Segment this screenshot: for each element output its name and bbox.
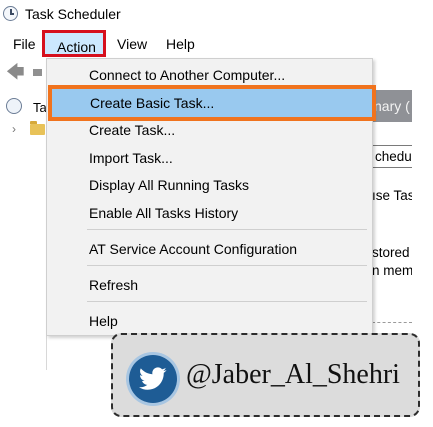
menu-separator: [87, 301, 367, 302]
menu-help[interactable]: Help: [166, 36, 195, 52]
chevron-right-icon[interactable]: ›: [12, 122, 16, 136]
menu-item-refresh[interactable]: Refresh: [89, 277, 138, 293]
task-scheduler-icon: [6, 98, 22, 114]
toolbar-button-icon[interactable]: [33, 69, 42, 76]
twitter-handle: @Jaber_Al_Shehri: [186, 359, 400, 390]
watermark-badge: @Jaber_Al_Shehri: [111, 333, 420, 417]
console-tree: Ta ›: [0, 90, 47, 370]
actions-pane-tab[interactable]: chedu: [372, 145, 412, 168]
menu-item-create-task[interactable]: Create Task...: [89, 122, 175, 138]
menu-action-label: Action: [57, 39, 96, 55]
divider: [372, 322, 412, 323]
actions-pane-text-1: ıse Tas: [372, 188, 412, 203]
menu-item-create-basic-task[interactable]: Create Basic Task...: [48, 85, 376, 121]
menu-file[interactable]: File: [13, 36, 36, 52]
back-arrow-icon[interactable]: 🡄: [6, 63, 25, 81]
menu-separator: [87, 265, 367, 266]
actions-pane: nary ( chedu ıse Tas stored n mem: [372, 90, 412, 326]
tree-root-label[interactable]: Ta: [33, 100, 47, 115]
menu-action[interactable]: Action: [42, 30, 106, 57]
menu-item-help[interactable]: Help: [89, 313, 118, 329]
menu-item-connect[interactable]: Connect to Another Computer...: [89, 67, 285, 83]
window-title: Task Scheduler: [25, 6, 121, 22]
toolbar: 🡄: [0, 57, 45, 89]
actions-pane-header: nary (: [372, 90, 412, 122]
folder-icon[interactable]: [30, 121, 45, 135]
menu-view[interactable]: View: [117, 36, 147, 52]
clock-icon: [3, 6, 18, 21]
menu-item-create-basic-task-label: Create Basic Task...: [90, 95, 215, 111]
menu-item-at-service[interactable]: AT Service Account Configuration: [89, 241, 297, 257]
menu-item-import-task[interactable]: Import Task...: [89, 150, 173, 166]
title-bar: Task Scheduler: [0, 0, 433, 30]
menu-item-display-running[interactable]: Display All Running Tasks: [89, 177, 249, 193]
menu-item-enable-history[interactable]: Enable All Tasks History: [89, 205, 238, 221]
menu-bar: File Action View Help: [0, 30, 410, 57]
actions-pane-text-2: stored: [372, 245, 410, 260]
menu-separator: [87, 229, 367, 230]
actions-pane-header-text: nary (: [374, 98, 410, 114]
actions-pane-tab-label: chedu: [375, 149, 412, 164]
actions-pane-text-3: n mem: [372, 263, 412, 278]
action-dropdown-menu: Connect to Another Computer... Create Ba…: [46, 58, 376, 336]
twitter-bird-icon: [129, 355, 177, 403]
